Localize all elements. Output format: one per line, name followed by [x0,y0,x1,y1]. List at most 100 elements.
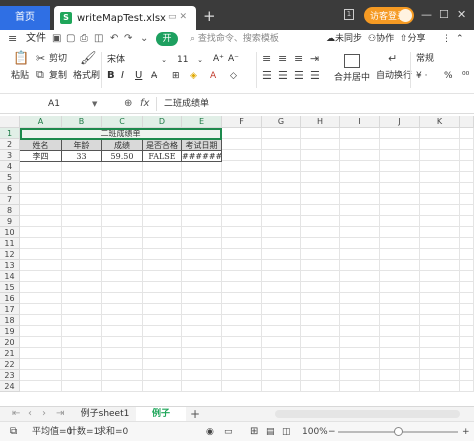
paste-icon[interactable]: 📋 [13,52,29,65]
spreadsheet-grid[interactable]: A B C D E F G H I J K 1 2 3 4 5 6 7 8 9 10 11 12 13 1… [0,116,474,406]
zoom-slider-handle[interactable] [394,427,403,436]
empty-cell[interactable] [182,260,222,271]
empty-cell[interactable] [182,348,222,359]
empty-cell[interactable] [222,271,262,282]
redo-icon[interactable]: ↷ [124,33,132,45]
empty-cell[interactable] [182,183,222,194]
empty-cell[interactable] [222,238,262,249]
empty-cell[interactable] [460,271,474,282]
empty-cell[interactable] [262,150,301,161]
row-header[interactable]: 17 [0,304,20,315]
empty-cell[interactable] [182,315,222,326]
empty-cell[interactable] [340,205,380,216]
empty-cell[interactable] [143,260,182,271]
empty-cell[interactable] [102,282,143,293]
empty-cell[interactable] [62,271,102,282]
number-format-select[interactable]: 常规 [416,53,434,65]
empty-cell[interactable] [460,227,474,238]
zoom-icon[interactable]: ⊕ [124,97,132,111]
empty-cell[interactable] [182,238,222,249]
empty-cell[interactable] [262,216,301,227]
empty-cell[interactable] [301,249,340,260]
empty-cell[interactable] [182,205,222,216]
empty-cell[interactable] [62,370,102,381]
format-painter-icon[interactable]: 🖌 [80,52,97,65]
empty-cell[interactable] [143,249,182,260]
empty-cell[interactable] [340,260,380,271]
empty-cell[interactable] [143,370,182,381]
empty-cell[interactable] [380,128,420,139]
empty-cell[interactable] [380,161,420,172]
copy-icon[interactable]: ⧉ [36,69,44,81]
collapse-ribbon-icon[interactable]: ⌃ [456,33,464,45]
copy-button[interactable]: 复制 [49,70,67,82]
empty-cell[interactable] [222,293,262,304]
align-right-icon[interactable]: ☰ [294,70,304,82]
eye-icon[interactable]: ◉ [206,426,214,438]
empty-cell[interactable] [262,139,301,150]
empty-cell[interactable] [143,304,182,315]
search-input[interactable]: 查找命令、搜索模板 [198,34,279,44]
empty-cell[interactable] [102,260,143,271]
empty-cell[interactable] [460,337,474,348]
empty-cell[interactable] [340,282,380,293]
folder-icon[interactable]: ▢ [66,33,75,45]
cut-button[interactable]: 剪切 [49,53,67,65]
empty-cell[interactable] [62,205,102,216]
empty-cell[interactable] [143,183,182,194]
row-header[interactable]: 5 [0,172,20,183]
empty-cell[interactable] [143,315,182,326]
empty-cell[interactable] [20,326,62,337]
empty-cell[interactable] [460,172,474,183]
font-name-select[interactable]: 宋体 ⌄ [106,53,170,67]
italic-button[interactable]: I [121,70,124,82]
more-icon[interactable]: ⋮ [442,33,451,45]
chevron-down-icon[interactable]: ⌄ [140,33,148,45]
empty-cell[interactable] [420,260,460,271]
empty-cell[interactable] [460,381,474,392]
empty-cell[interactable] [301,205,340,216]
collab-button[interactable]: ⚇协作 [368,33,394,45]
wrap-text-button[interactable]: 自动换行 [376,70,412,82]
empty-cell[interactable] [340,337,380,348]
empty-cell[interactable] [340,172,380,183]
command-search[interactable]: ⌕ 查找命令、搜索模板 [190,33,279,45]
empty-cell[interactable] [20,282,62,293]
new-tab-button[interactable]: + [203,8,216,24]
empty-cell[interactable] [262,249,301,260]
empty-cell[interactable] [62,194,102,205]
empty-cell[interactable] [420,205,460,216]
empty-cell[interactable] [340,326,380,337]
empty-cell[interactable] [301,315,340,326]
empty-cell[interactable] [340,227,380,238]
empty-cell[interactable] [460,194,474,205]
empty-cell[interactable] [420,348,460,359]
start-tab-button[interactable]: 开 [156,32,178,46]
empty-cell[interactable] [380,194,420,205]
empty-cell[interactable] [301,282,340,293]
row-header[interactable]: 13 [0,260,20,271]
function-icon[interactable]: fx [140,97,149,111]
title-cell[interactable]: 二班成绩单 [20,128,222,139]
empty-cell[interactable] [340,194,380,205]
column-header[interactable]: J [380,116,420,128]
empty-cell[interactable] [460,183,474,194]
row-header[interactable]: 14 [0,271,20,282]
header-cell[interactable]: 成绩 [102,140,143,151]
header-cell[interactable]: 考试日期 [182,140,222,151]
empty-cell[interactable] [62,315,102,326]
empty-cell[interactable] [380,227,420,238]
minimize-button[interactable]: — [421,8,432,21]
row-header[interactable]: 1 [0,128,20,139]
empty-cell[interactable] [222,205,262,216]
empty-cell[interactable] [143,227,182,238]
share-button[interactable]: ⇧分享 [400,33,426,45]
empty-cell[interactable] [301,381,340,392]
empty-cell[interactable] [182,293,222,304]
align-center-icon[interactable]: ☰ [278,70,288,82]
empty-cell[interactable] [102,161,143,172]
empty-cell[interactable] [340,238,380,249]
undo-icon[interactable]: ↶ [110,33,118,45]
empty-cell[interactable] [62,348,102,359]
empty-cell[interactable] [262,293,301,304]
